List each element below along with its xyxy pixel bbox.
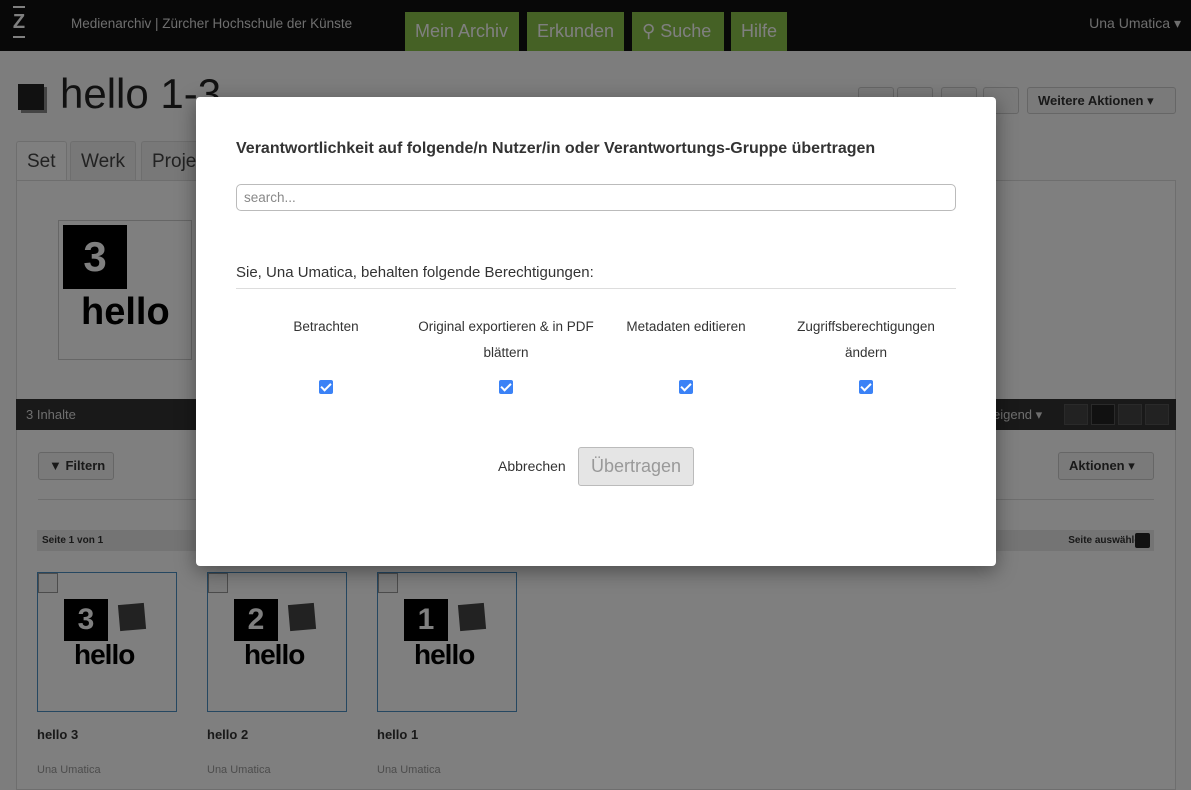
- permission-checkbox-export[interactable]: [499, 380, 513, 394]
- permission-checkbox-view[interactable]: [319, 380, 333, 394]
- dialog-title: Verantwortlichkeit auf folgende/n Nutzer…: [236, 140, 876, 157]
- permission-label-edit-metadata: Metadaten editieren: [626, 319, 746, 334]
- search-input[interactable]: [236, 184, 956, 211]
- transfer-submit-button[interactable]: Übertragen: [578, 447, 694, 486]
- permissions-heading: Sie, Una Umatica, behalten folgende Bere…: [236, 264, 594, 281]
- permissions-divider: [236, 288, 956, 289]
- permission-label-export: Original exportieren & in PDF blättern: [418, 319, 594, 360]
- transfer-responsibility-dialog: Verantwortlichkeit auf folgende/n Nutzer…: [196, 97, 996, 566]
- permission-checkbox-change-access[interactable]: [859, 380, 873, 394]
- permission-label-view: Betrachten: [293, 319, 359, 334]
- permission-label-change-access: Zugriffsberechtigungen ändern: [797, 319, 935, 360]
- permission-checkbox-edit-metadata[interactable]: [679, 380, 693, 394]
- cancel-link[interactable]: Abbrechen: [498, 458, 566, 474]
